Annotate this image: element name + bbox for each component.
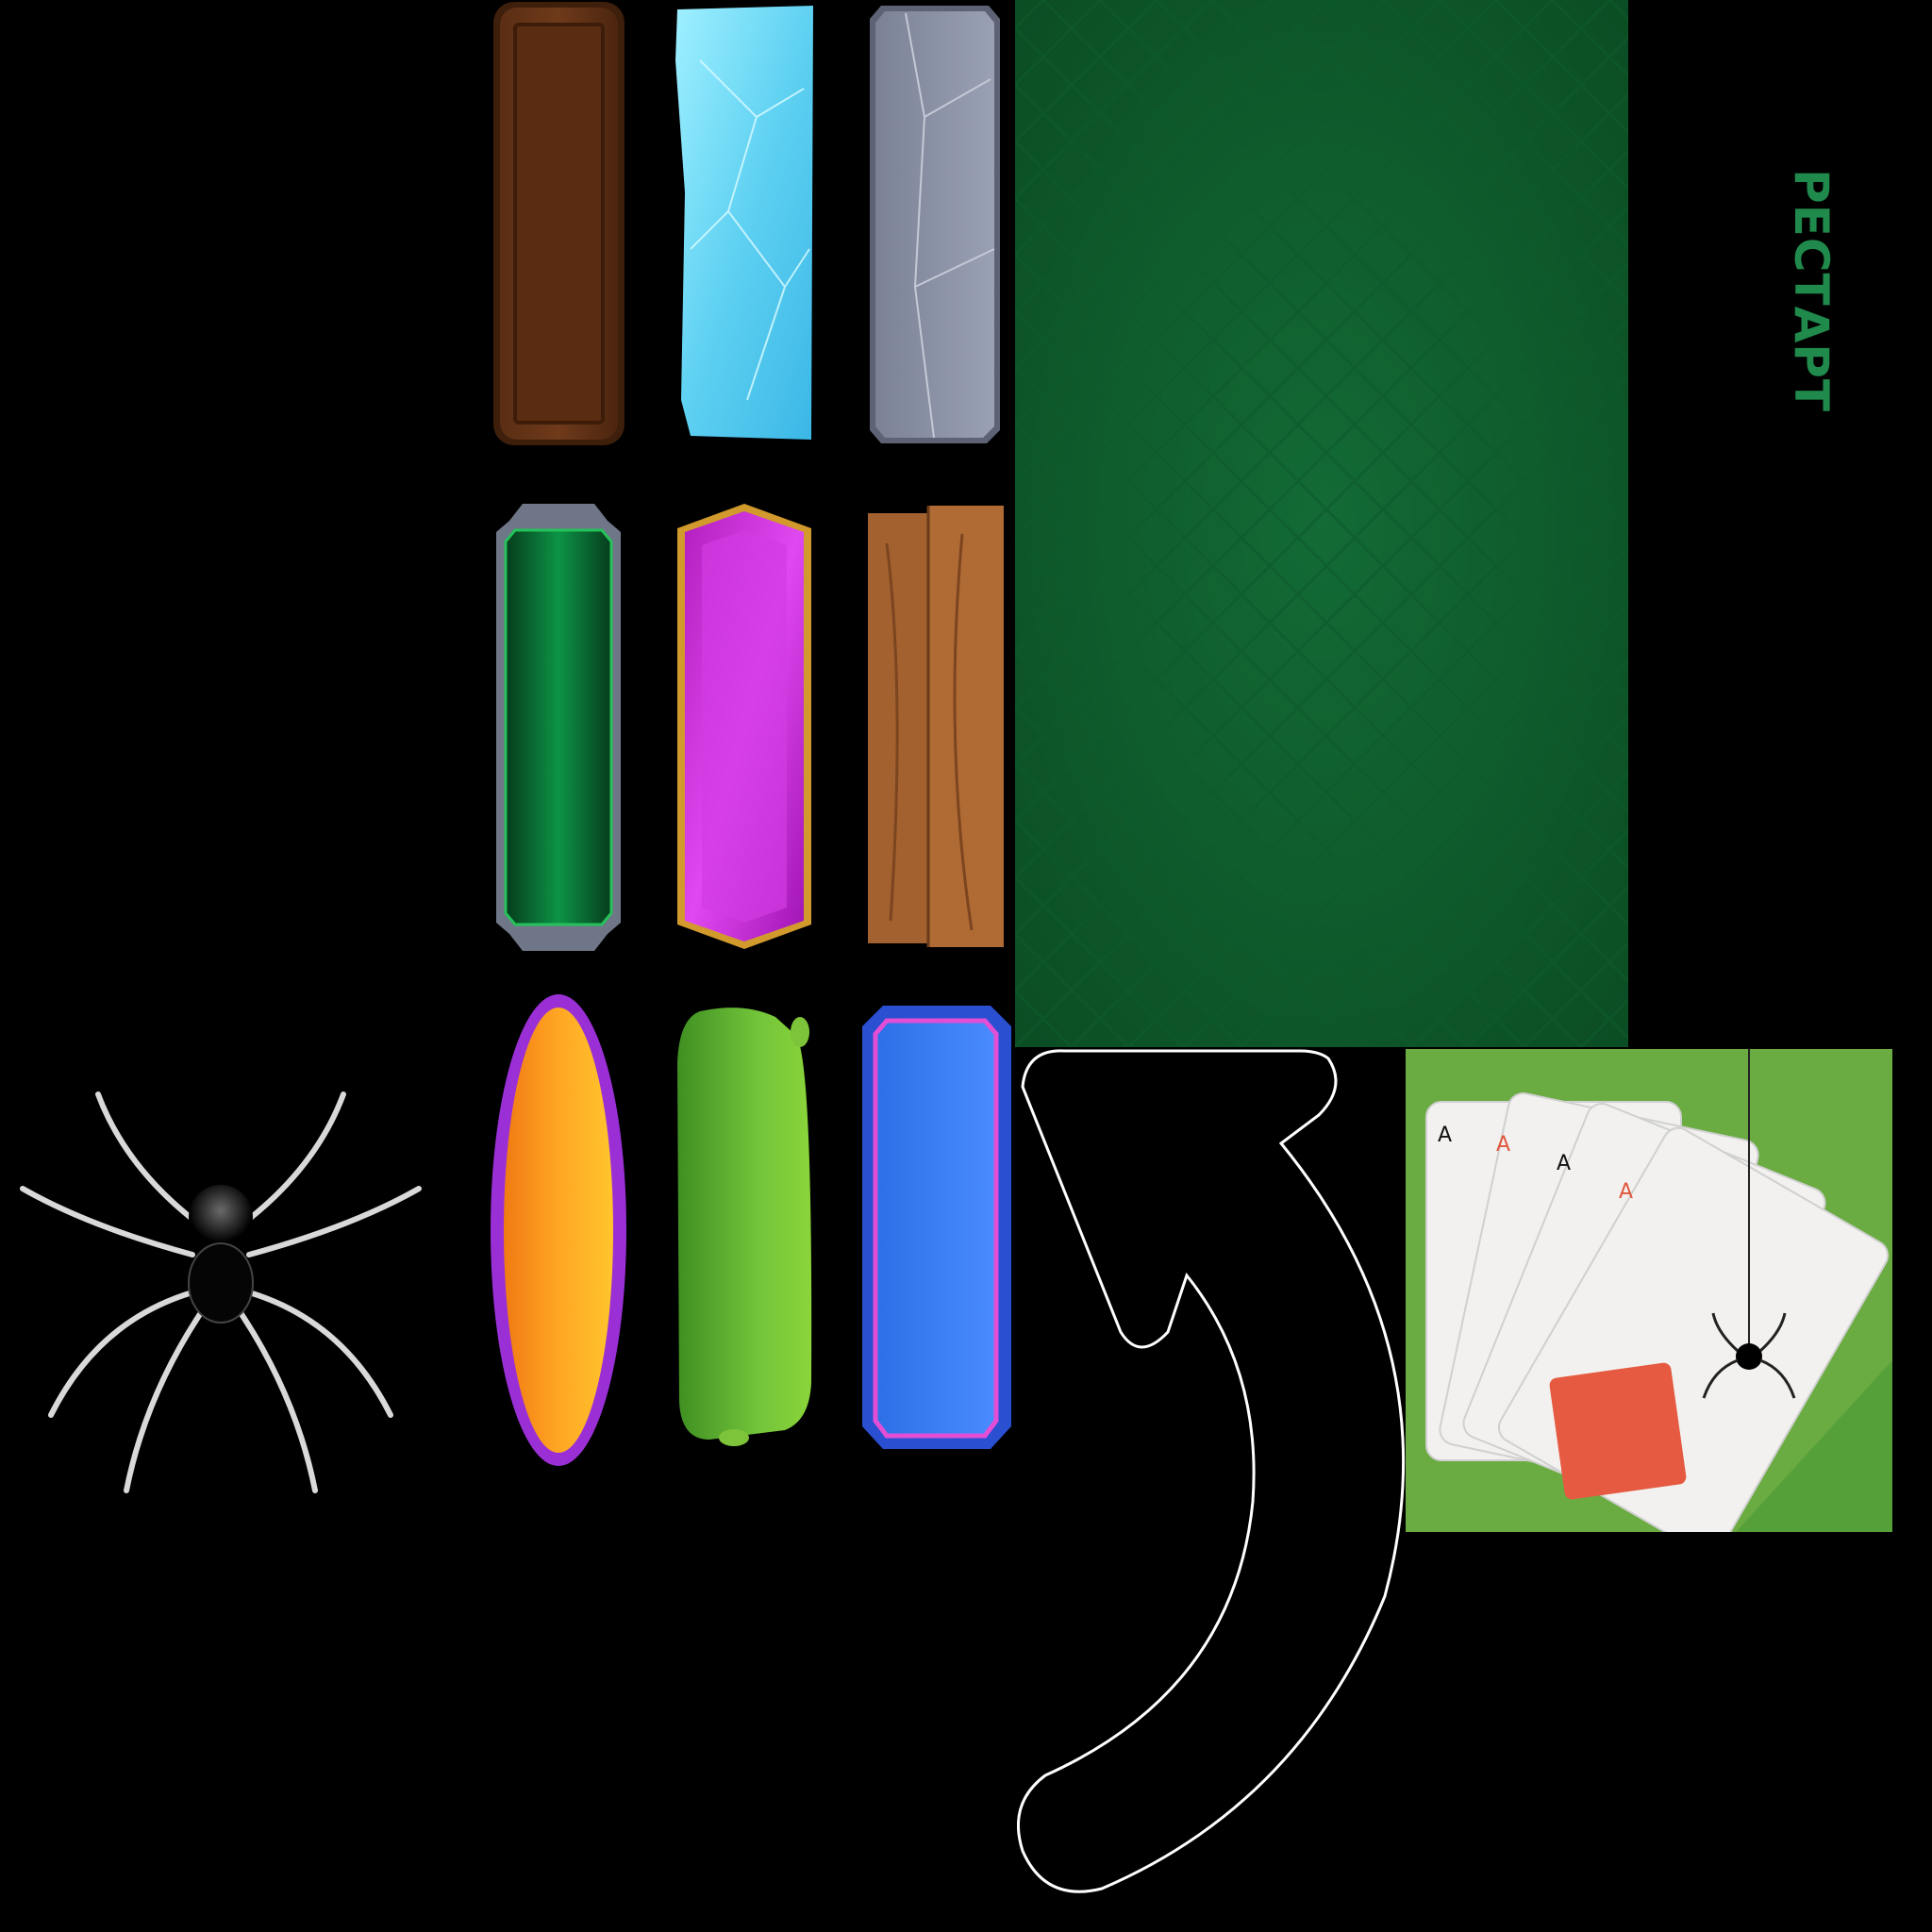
card-rank-1: A	[1438, 1124, 1452, 1147]
panel-gem-orange[interactable]	[487, 991, 630, 1470]
playing-cards-icon: A A A A	[1406, 1049, 1892, 1532]
curved-arrow-icon[interactable]	[1017, 1049, 1413, 1898]
spider-icon	[13, 1075, 428, 1509]
felt-table-background	[1015, 0, 1628, 1047]
panel-stone[interactable]	[868, 4, 1002, 447]
panel-slime-green[interactable]	[672, 1006, 815, 1455]
panel-cartoon-blue[interactable]	[858, 1006, 1011, 1455]
panel-wood-dark[interactable]	[491, 0, 627, 449]
restart-label-text: РЕСТАРТ	[1784, 168, 1839, 413]
card-rank-2: A	[1496, 1133, 1510, 1157]
panel-sci-fi-green[interactable]	[494, 504, 623, 951]
panel-crystal-purple[interactable]	[675, 502, 813, 951]
panel-ice[interactable]	[672, 4, 815, 447]
card-rank-3: A	[1557, 1152, 1571, 1175]
restart-label: РЕСТАРТ	[1755, 169, 1868, 412]
card-rank-4: A	[1619, 1180, 1633, 1204]
panel-wood-plank[interactable]	[868, 506, 1004, 949]
